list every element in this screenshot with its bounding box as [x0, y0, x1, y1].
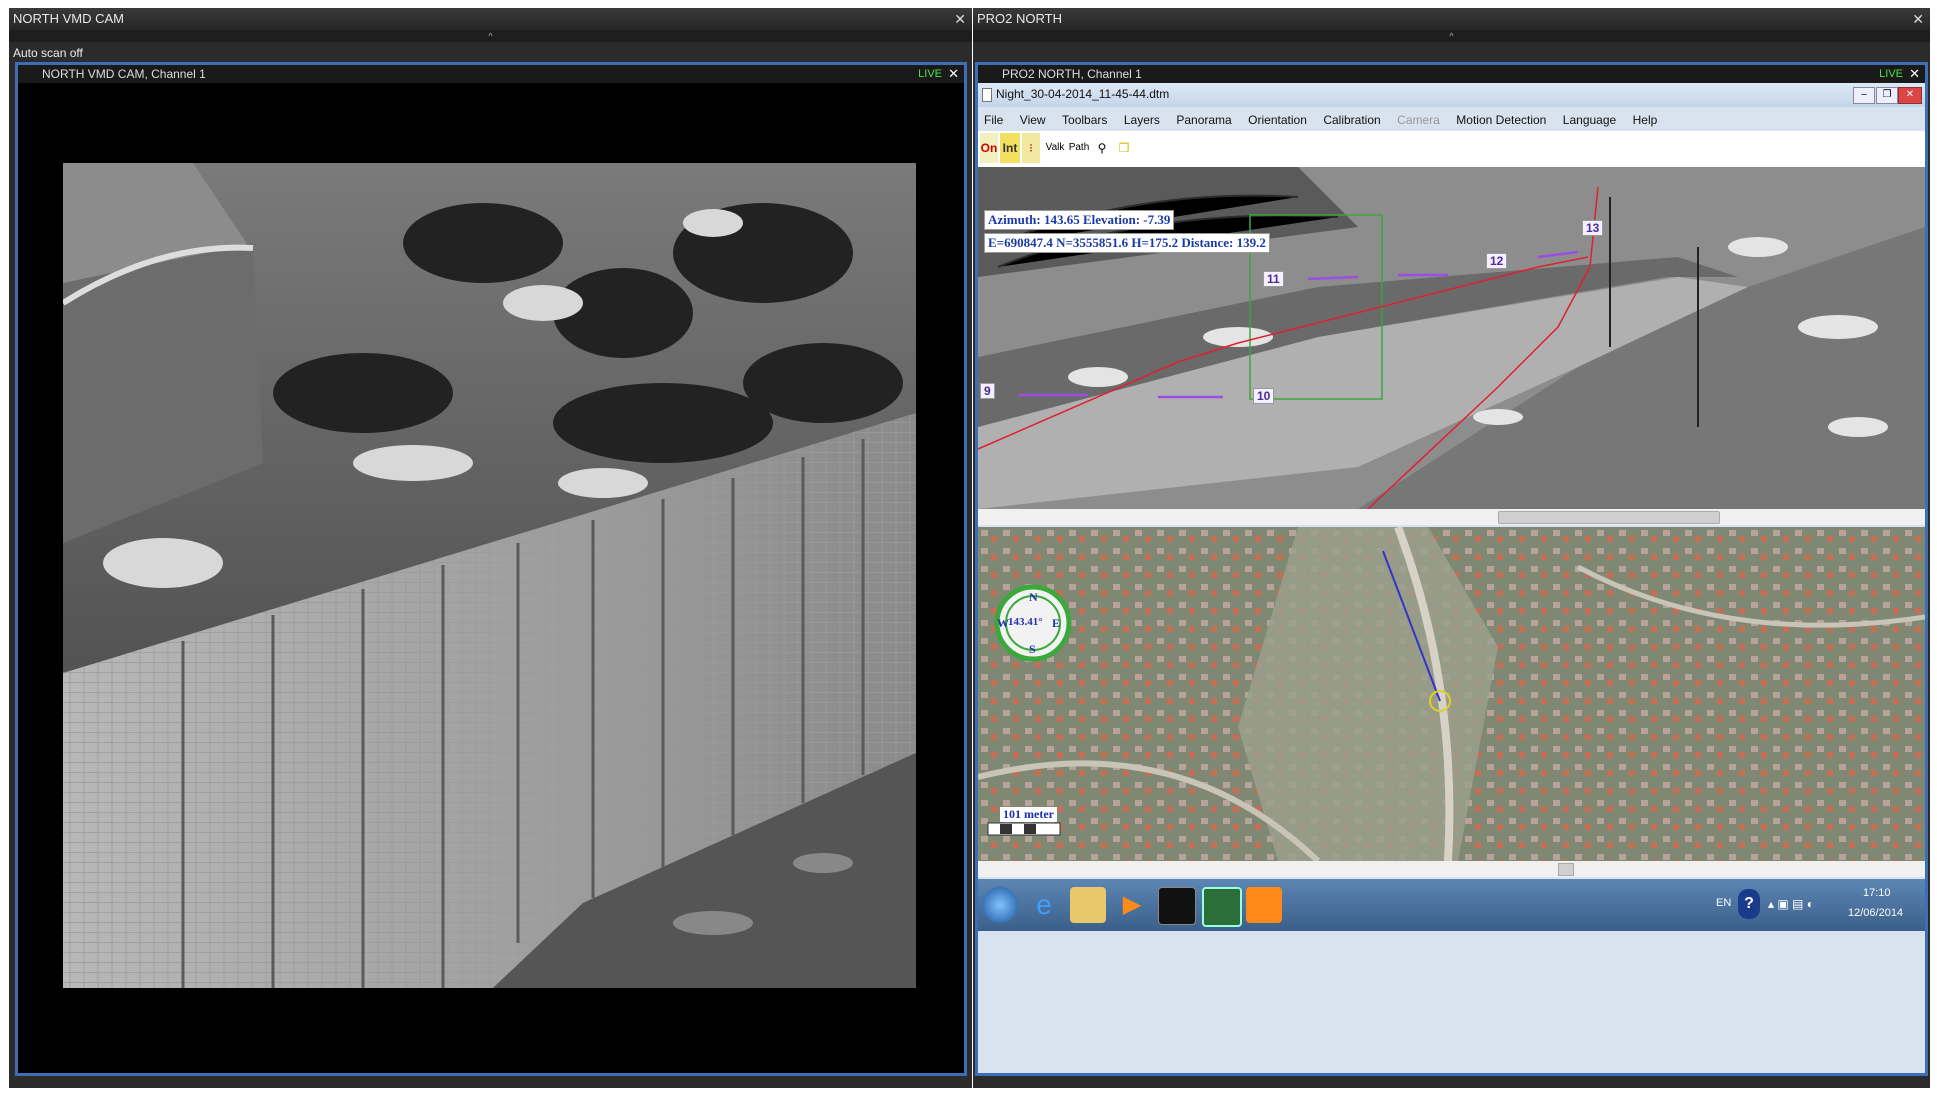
left-panel-title: NORTH VMD CAM	[13, 11, 124, 26]
right-channel-title: PRO2 NORTH, Channel 1	[1002, 67, 1142, 81]
marker-10[interactable]: 10	[1253, 388, 1275, 404]
marker-12[interactable]: 12	[1486, 253, 1508, 269]
left-camera-panel: NORTH VMD CAM ✕ ^ Auto scan off NORTH VM…	[9, 8, 972, 1088]
int-button[interactable]: Int	[1000, 133, 1020, 163]
app-window-titlebar: Night_30-04-2014_11-45-44.dtm – ❐ ✕	[978, 83, 1925, 107]
marker-13[interactable]: 13	[1582, 220, 1604, 236]
left-panel-titlebar: NORTH VMD CAM ✕	[9, 8, 972, 30]
menu-motion-detection[interactable]: Motion Detection	[1456, 113, 1546, 127]
menu-view[interactable]: View	[1020, 113, 1046, 127]
menu-file[interactable]: File	[984, 113, 1003, 127]
menu-language[interactable]: Language	[1563, 113, 1616, 127]
marker-9[interactable]: 9	[980, 383, 995, 399]
thermal-video-image[interactable]	[63, 163, 916, 988]
left-channel-bar: NORTH VMD CAM, Channel 1 LIVE ✕	[18, 65, 964, 83]
auto-scan-status: Auto scan off	[13, 46, 83, 60]
collapse-caret-icon[interactable]: ^	[973, 30, 1930, 42]
marker-11[interactable]: 11	[1263, 271, 1284, 287]
menu-camera[interactable]: Camera	[1397, 113, 1440, 127]
azimuth-readout: Azimuth: 143.65 Elevation: -7.39	[984, 210, 1175, 230]
live-badge: LIVE	[918, 68, 942, 80]
satellite-map-view[interactable]	[978, 527, 1925, 861]
live-badge: LIVE	[1879, 68, 1903, 80]
language-indicator[interactable]: EN	[1716, 897, 1731, 909]
close-channel-icon[interactable]: ✕	[1909, 65, 1920, 83]
coordinates-readout: E=690847.4 N=3555851.6 H=175.2 Distance:…	[984, 233, 1270, 253]
menu-toolbars[interactable]: Toolbars	[1062, 113, 1107, 127]
mapping-app-icon[interactable]	[1202, 887, 1242, 927]
menu-orientation[interactable]: Orientation	[1248, 113, 1307, 127]
menu-calibration[interactable]: Calibration	[1323, 113, 1380, 127]
collapse-caret-icon[interactable]: ^	[9, 30, 972, 42]
close-channel-icon[interactable]: ✕	[948, 65, 959, 83]
close-icon[interactable]: ✕	[1912, 8, 1924, 30]
tray-icons[interactable]: ▴ ▣ ▤ ◐	[1768, 897, 1814, 911]
left-channel-title: NORTH VMD CAM, Channel 1	[42, 67, 206, 81]
close-button[interactable]: ✕	[1898, 87, 1922, 104]
scrollbar-thumb[interactable]	[1558, 863, 1574, 876]
compass-widget[interactable]: N W 143.41° E S	[992, 586, 1074, 662]
map-scale: 101 meter	[1000, 807, 1057, 822]
right-video-frame: PRO2 NORTH, Channel 1 LIVE ✕ Night_30-04…	[975, 62, 1928, 1076]
menu-help[interactable]: Help	[1633, 113, 1658, 127]
start-button[interactable]	[982, 887, 1018, 923]
terminal-icon[interactable]	[1158, 887, 1196, 925]
left-video-frame: NORTH VMD CAM, Channel 1 LIVE ✕	[15, 62, 967, 1076]
map-scrollbar[interactable]	[978, 861, 1925, 877]
on-button[interactable]: On	[980, 133, 998, 163]
copy-icon[interactable]: ❐	[1114, 133, 1134, 163]
menu-layers[interactable]: Layers	[1124, 113, 1160, 127]
menu-bar: File View Toolbars Layers Panorama Orien…	[984, 111, 1914, 129]
compass-east: E	[1052, 616, 1061, 630]
taskbar: e ▶ EN ? ▴ ▣ ▤ ◐ 17:10 12/06/2014	[978, 879, 1925, 931]
restore-button[interactable]: ❐	[1876, 87, 1898, 104]
folder-icon[interactable]	[1070, 887, 1106, 923]
path-button[interactable]: Path	[1068, 133, 1090, 163]
panorama-scrollbar[interactable]	[978, 509, 1925, 525]
minimize-button[interactable]: –	[1853, 87, 1875, 104]
points-icon[interactable]: ⁝	[1022, 133, 1040, 163]
clock-time[interactable]: 17:10	[1863, 887, 1891, 899]
toolbar: On Int ⁝ Valk Path ⚲ ❐	[978, 131, 1925, 168]
search-icon[interactable]: ⚲	[1092, 133, 1112, 163]
compass-south: S	[1029, 642, 1036, 656]
right-camera-panel: PRO2 NORTH ✕ ^ PRO2 NORTH, Channel 1 LIV…	[973, 8, 1930, 1088]
compass-bearing: 143.41°	[1008, 616, 1043, 628]
internet-explorer-icon[interactable]: e	[1026, 887, 1062, 923]
media-player-icon[interactable]: ▶	[1114, 887, 1150, 923]
menu-panorama[interactable]: Panorama	[1176, 113, 1231, 127]
help-icon[interactable]: ?	[1738, 889, 1760, 919]
right-panel-titlebar: PRO2 NORTH ✕	[973, 8, 1930, 30]
clock-date[interactable]: 12/06/2014	[1848, 907, 1903, 919]
right-panel-title: PRO2 NORTH	[977, 11, 1062, 26]
right-channel-bar: PRO2 NORTH, Channel 1 LIVE ✕	[978, 65, 1925, 83]
document-icon	[982, 88, 992, 102]
camera-app-icon[interactable]	[1246, 887, 1282, 923]
walk-button[interactable]: Valk	[1044, 133, 1066, 163]
app-window-title: Night_30-04-2014_11-45-44.dtm	[996, 87, 1170, 101]
compass-north: N	[1029, 590, 1038, 604]
scrollbar-thumb[interactable]	[1498, 511, 1720, 524]
close-icon[interactable]: ✕	[954, 8, 966, 30]
